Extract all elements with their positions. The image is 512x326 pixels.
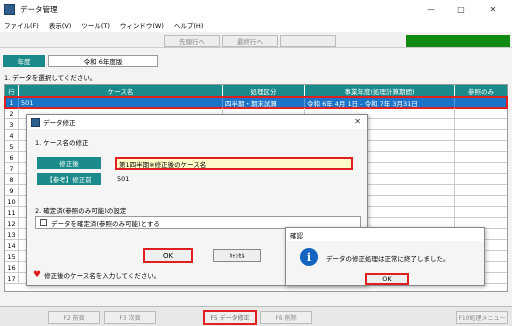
menu-bar: ファイル(F) 表示(V) ツール(T) ウィンドウ(W) ヘルプ(H)	[0, 18, 512, 32]
toolbar-blank-button	[280, 35, 336, 47]
section-rename-heading: 1. ケース名の修正	[35, 139, 89, 147]
cell-ref	[455, 108, 507, 119]
instruction-text: 1. データを選択してください。	[4, 74, 97, 82]
confirm-checkbox-label: データを確定済(参照のみ可能)とする	[51, 219, 160, 228]
cell-period: 令和 6年 4月 1日 - 令和 7年 3月31日	[305, 97, 455, 108]
section-confirm-heading: 2. 確定済(参照のみ可能)の設定	[35, 207, 127, 215]
cell-row-number: 2	[5, 108, 19, 119]
col-header-ref: 参照のみ	[468, 88, 494, 96]
confirm-ok-button[interactable]: OK	[365, 273, 409, 285]
edit-dialog-title: データ修正	[43, 119, 76, 127]
col-header-period: 事業年度(処理計算期間)	[305, 85, 455, 97]
window-title: データ管理	[20, 4, 58, 14]
confirm-dialog: 確認 i データの修正処理は正常に終了しました。 OK	[285, 227, 485, 286]
cell-row-number: 8	[5, 174, 19, 185]
cell-row-number: 11	[5, 207, 19, 218]
cell-ref	[455, 207, 507, 218]
grid-header: 行 ケース名 処理区分 事業年度(処理計算期間) 参照のみ	[5, 85, 507, 97]
menu-file[interactable]: ファイル(F)	[4, 20, 39, 30]
close-button[interactable]: ✕	[482, 0, 504, 18]
edit-ok-button[interactable]: OK	[143, 248, 193, 263]
new-name-label: 修正後	[37, 157, 101, 169]
cell-ref	[455, 174, 507, 185]
confirm-dialog-title: 確認	[286, 228, 484, 241]
app-icon	[4, 3, 15, 15]
cell-row-number: 5	[5, 141, 19, 152]
cell-row-number: 7	[5, 163, 19, 174]
cell-row-number: 15	[5, 251, 19, 262]
info-icon: i	[300, 248, 318, 266]
cell-ref	[455, 119, 507, 130]
function-key-bar: F2 前頁 F3 次頁 F5 データ修正 F6 削除 F10処理メニュー	[0, 306, 512, 326]
cell-ref	[455, 185, 507, 196]
heart-icon: ♥	[33, 269, 42, 280]
first-row-button[interactable]: 先頭行へ	[164, 35, 220, 47]
cell-row-number: 1	[5, 97, 19, 108]
hint-text: 修正後のケース名を入力してください。	[44, 272, 161, 280]
year-value: 令和 6年度版	[48, 55, 158, 67]
new-case-name-input[interactable]: 第1四半期※修正後のケース名	[115, 157, 353, 170]
table-row-selected[interactable]: 1 501 四半期・期末試算 令和 6年 4月 1日 - 令和 7年 3月31日	[4, 96, 508, 109]
maximize-button[interactable]: □	[450, 0, 472, 18]
edit-cancel-button[interactable]: ｷｬﾝｾﾙ	[213, 249, 261, 262]
menu-help[interactable]: ヘルプ(H)	[174, 20, 203, 30]
menu-view[interactable]: 表示(V)	[49, 20, 72, 30]
col-header-row: 行	[5, 85, 19, 97]
f3-next-page-button[interactable]: F3 次頁	[104, 311, 156, 324]
col-header-type: 処理区分	[223, 85, 305, 97]
edit-dialog-titlebar: データ修正 ✕	[27, 115, 367, 129]
menu-window[interactable]: ウィンドウ(W)	[120, 20, 164, 30]
cell-row-number: 4	[5, 130, 19, 141]
cell-row-number: 13	[5, 229, 19, 240]
close-icon[interactable]: ✕	[354, 117, 361, 126]
cell-case-name: 501	[19, 97, 223, 108]
cell-ref	[455, 130, 507, 141]
confirm-message: データの修正処理は正常に終了しました。	[326, 255, 450, 263]
old-case-name-value: 501	[117, 175, 130, 183]
cell-row-number: 14	[5, 240, 19, 251]
cell-row-number: 6	[5, 152, 19, 163]
old-name-label: 【参考】修正前	[37, 173, 101, 185]
cell-row-number: 9	[5, 185, 19, 196]
year-label: 年度	[3, 55, 45, 67]
confirm-checkbox[interactable]	[40, 219, 47, 226]
cell-row-number: 3	[5, 119, 19, 130]
cell-row-number: 17	[5, 273, 19, 284]
hint-message: ♥ 修正後のケース名を入力してください。	[33, 270, 160, 280]
cell-ref	[455, 97, 507, 108]
f6-delete-button[interactable]: F6 削除	[260, 311, 312, 324]
cell-row-number: 12	[5, 218, 19, 229]
cell-ref	[455, 152, 507, 163]
cell-ref	[455, 196, 507, 207]
toolbar: 先頭行へ 最終行へ	[0, 33, 512, 48]
last-row-button[interactable]: 最終行へ	[222, 35, 278, 47]
minimize-button[interactable]: —	[420, 0, 442, 18]
menu-tools[interactable]: ツール(T)	[81, 20, 110, 30]
f10-menu-button[interactable]: F10処理メニュー	[456, 311, 508, 324]
f5-edit-data-button[interactable]: F5 データ修正	[203, 310, 257, 325]
cell-row-number: 10	[5, 196, 19, 207]
cell-ref	[455, 163, 507, 174]
cell-row-number: 16	[5, 262, 19, 273]
f2-prev-page-button[interactable]: F2 前頁	[48, 311, 100, 324]
cell-ref	[455, 141, 507, 152]
app-window: データ管理 — □ ✕ ファイル(F) 表示(V) ツール(T) ウィンドウ(W…	[0, 0, 512, 326]
title-bar: データ管理 — □ ✕	[0, 0, 512, 18]
cell-type: 四半期・期末試算	[223, 97, 305, 108]
col-header-case: ケース名	[19, 85, 223, 97]
status-indicator	[406, 35, 510, 47]
dialog-app-icon	[31, 117, 40, 127]
